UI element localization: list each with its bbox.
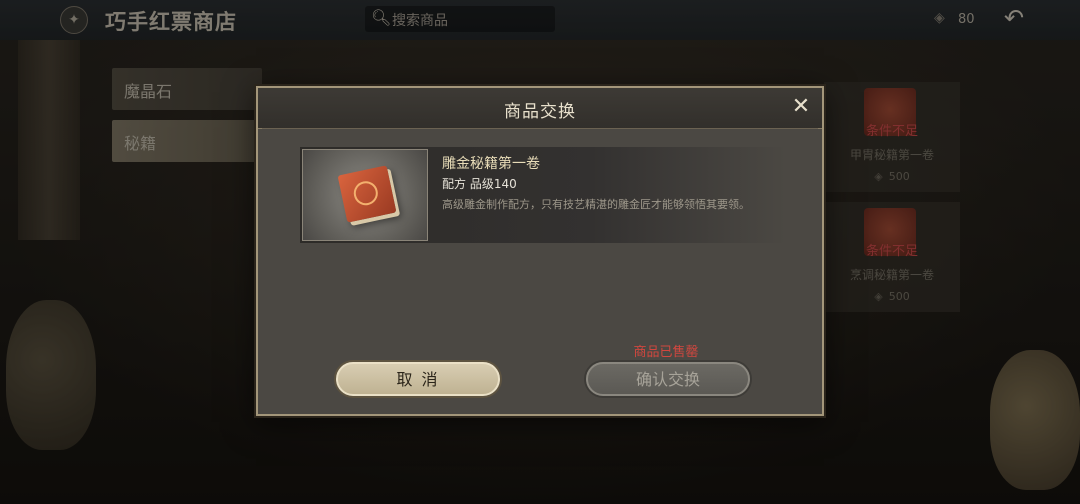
exchange-dialog: 商品交换 ✕ 雕金秘籍第一卷 配方 品级140 高级雕金制作配方，只有技艺精湛的… xyxy=(256,86,824,416)
item-panel: 雕金秘籍第一卷 配方 品级140 高级雕金制作配方，只有技艺精湛的雕金匠才能够领… xyxy=(300,147,786,243)
book-emblem xyxy=(351,178,381,208)
dialog-body: 雕金秘籍第一卷 配方 品级140 高级雕金制作配方，只有技艺精湛的雕金匠才能够领… xyxy=(262,128,818,413)
dialog-header: 商品交换 ✕ xyxy=(258,88,822,129)
close-icon[interactable]: ✕ xyxy=(788,94,814,120)
book-icon xyxy=(337,165,397,223)
sold-out-status: 商品已售罄 xyxy=(633,345,699,360)
confirm-exchange-button[interactable]: 确认交换 xyxy=(586,362,750,396)
item-meta: 配方 品级140 xyxy=(442,177,517,191)
item-name: 雕金秘籍第一卷 xyxy=(442,156,540,172)
item-thumbnail xyxy=(302,149,428,241)
dialog-title: 商品交换 xyxy=(504,102,576,122)
item-description: 高级雕金制作配方，只有技艺精湛的雕金匠才能够领悟其要领。 xyxy=(442,198,750,211)
cancel-button[interactable]: 取 消 xyxy=(336,362,500,396)
